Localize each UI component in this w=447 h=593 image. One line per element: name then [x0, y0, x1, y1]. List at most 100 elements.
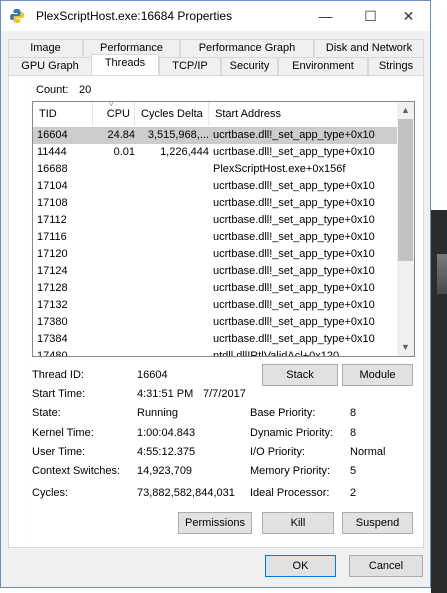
column-header-cycles-delta[interactable]: Cycles Delta [135, 102, 209, 126]
cell-tid: 16688 [37, 163, 68, 175]
cell-tid: 17104 [37, 180, 68, 192]
table-row[interactable]: 17112 ucrtbase.dll!_set_app_type+0x10 [33, 212, 398, 229]
cell-tid: 17108 [37, 197, 68, 209]
module-button[interactable]: Module [342, 364, 413, 386]
kernel-time-label: Kernel Time: [32, 427, 94, 439]
suspend-button[interactable]: Suspend [342, 512, 413, 534]
tab-environment[interactable]: Environment [278, 57, 368, 75]
table-row[interactable]: 16604 24.84 3,515,968,... ucrtbase.dll!_set… [33, 127, 398, 144]
cell-start-address: ucrtbase.dll!_set_app_type+0x10 [213, 197, 375, 209]
scroll-up-icon[interactable]: ▲ [397, 102, 414, 119]
ideal-processor-label: Ideal Processor: [250, 487, 330, 499]
context-switches-label: Context Switches: [32, 465, 121, 477]
cell-tid: 17124 [37, 265, 68, 277]
cell-tid: 17120 [37, 248, 68, 260]
cell-start-address: ucrtbase.dll!_set_app_type+0x10 [213, 248, 375, 260]
table-row[interactable]: 17116 ucrtbase.dll!_set_app_type+0x10 [33, 229, 398, 246]
minimize-button[interactable]: — [303, 1, 348, 31]
cell-cpu: 24.84 [107, 129, 135, 141]
table-row[interactable]: 17384 ucrtbase.dll!_set_app_type+0x10 [33, 331, 398, 348]
ok-button[interactable]: OK [265, 555, 336, 577]
table-row[interactable]: 17120 ucrtbase.dll!_set_app_type+0x10 [33, 246, 398, 263]
table-row[interactable]: 17380 ucrtbase.dll!_set_app_type+0x10 [33, 314, 398, 331]
memory-priority-value: 5 [350, 465, 357, 477]
io-priority-value: Normal [350, 446, 386, 458]
window-title: PlexScriptHost.exe:16684 Properties [36, 9, 233, 23]
cell-start-address: PlexScriptHost.exe+0x156f [213, 163, 346, 175]
dynamic-priority-label: Dynamic Priority: [250, 427, 334, 439]
count-label: Count: [36, 84, 69, 96]
memory-priority-label: Memory Priority: [250, 465, 331, 477]
cell-start-address: ucrtbase.dll!_set_app_type+0x10 [213, 333, 375, 345]
user-time-label: User Time: [32, 446, 86, 458]
table-row[interactable]: 17108 ucrtbase.dll!_set_app_type+0x10 [33, 195, 398, 212]
column-header-tid[interactable]: TID [33, 102, 93, 126]
state-value: Running [137, 407, 178, 419]
scroll-down-icon[interactable]: ▼ [397, 339, 414, 356]
cell-tid: 17480 [37, 350, 68, 357]
cell-start-address: ucrtbase.dll!_set_app_type+0x10 [213, 282, 375, 294]
kill-button[interactable]: Kill [262, 512, 334, 534]
threads-list[interactable]: TID ˅ CPU Cycles Delta Start Address 166… [32, 101, 415, 357]
cell-tid: 17384 [37, 333, 68, 345]
dynamic-priority-value: 8 [350, 427, 357, 439]
column-header-cpu[interactable]: ˅ CPU [93, 102, 135, 126]
background-thumbnail [437, 254, 447, 294]
cell-start-address: ucrtbase.dll!_set_app_type+0x10 [213, 265, 375, 277]
python-icon [10, 9, 24, 23]
user-time-value: 4:55:12.375 [137, 446, 196, 458]
list-header: TID ˅ CPU Cycles Delta Start Address [33, 102, 398, 126]
cell-start-address: ucrtbase.dll!_set_app_type+0x10 [213, 180, 375, 192]
stack-button[interactable]: Stack [262, 364, 338, 386]
cancel-button[interactable]: Cancel [349, 555, 423, 577]
cell-start-address: ucrtbase.dll!_set_app_type+0x10 [213, 129, 375, 141]
cell-start-address: ucrtbase.dll!_set_app_type+0x10 [213, 231, 375, 243]
properties-window: PlexScriptHost.exe:16684 Properties — ☐ … [0, 0, 431, 588]
table-row[interactable]: 17480 ntdll.dll!RtlValidAcl+0x120 [33, 348, 398, 357]
cell-tid: 11444 [37, 146, 67, 158]
cell-cycles-delta: 1,226,444 [160, 146, 209, 158]
cell-start-address: ucrtbase.dll!_set_app_type+0x10 [213, 299, 375, 311]
close-button[interactable]: ✕ [386, 1, 431, 31]
tab-performance-graph[interactable]: Performance Graph [180, 39, 314, 57]
cell-tid: 17132 [37, 299, 68, 311]
table-row[interactable]: 17132 ucrtbase.dll!_set_app_type+0x10 [33, 297, 398, 314]
base-priority-label: Base Priority: [250, 407, 316, 419]
vertical-scrollbar[interactable]: ▲ ▼ [397, 102, 414, 356]
cell-tid: 17380 [37, 316, 68, 328]
start-date-value: 7/7/2017 [203, 388, 246, 400]
kernel-time-value: 1:00:04.843 [137, 427, 196, 439]
io-priority-label: I/O Priority: [250, 446, 306, 458]
tab-disk-and-network[interactable]: Disk and Network [314, 39, 424, 57]
scroll-thumb[interactable] [398, 119, 413, 261]
table-row[interactable]: 17104 ucrtbase.dll!_set_app_type+0x10 [33, 178, 398, 195]
ideal-processor-value: 2 [350, 487, 357, 499]
tab-strings[interactable]: Strings [368, 57, 424, 75]
column-header-start-address[interactable]: Start Address [209, 102, 398, 126]
context-switches-value: 14,923,709 [137, 465, 193, 477]
thread-id-value: 16604 [137, 369, 168, 381]
start-time-value: 4:31:51 PM [137, 388, 194, 400]
sort-chevron-icon: ˅ [109, 101, 114, 109]
tab-security[interactable]: Security [221, 57, 278, 75]
start-time-label: Start Time: [32, 388, 86, 400]
table-row[interactable]: 16688 PlexScriptHost.exe+0x156f [33, 161, 398, 178]
cycles-value: 73,882,582,844,031 [137, 487, 235, 499]
tab-tcpip[interactable]: TCP/IP [159, 57, 221, 75]
table-row[interactable]: 17124 ucrtbase.dll!_set_app_type+0x10 [33, 263, 398, 280]
table-row[interactable]: 17128 ucrtbase.dll!_set_app_type+0x10 [33, 280, 398, 297]
title-bar: PlexScriptHost.exe:16684 Properties — ☐ … [1, 1, 430, 31]
tab-threads[interactable]: Threads [91, 54, 159, 75]
tab-gpu-graph[interactable]: GPU Graph [8, 57, 92, 75]
cell-tid: 16604 [37, 129, 68, 141]
cell-cpu: 0.01 [113, 146, 135, 158]
base-priority-value: 8 [350, 407, 357, 419]
permissions-button[interactable]: Permissions [178, 512, 252, 534]
table-row[interactable]: 11444 0.01 1,226,444 ucrtbase.dll!_set_app_… [33, 144, 398, 161]
cell-start-address: ucrtbase.dll!_set_app_type+0x10 [213, 214, 375, 226]
cell-cycles-delta: 3,515,968,... [147, 129, 209, 141]
tab-image[interactable]: Image [8, 39, 83, 57]
cell-start-address: ntdll.dll!RtlValidAcl+0x120 [213, 350, 340, 357]
cycles-label: Cycles: [32, 487, 69, 499]
cell-tid: 17128 [37, 282, 68, 294]
